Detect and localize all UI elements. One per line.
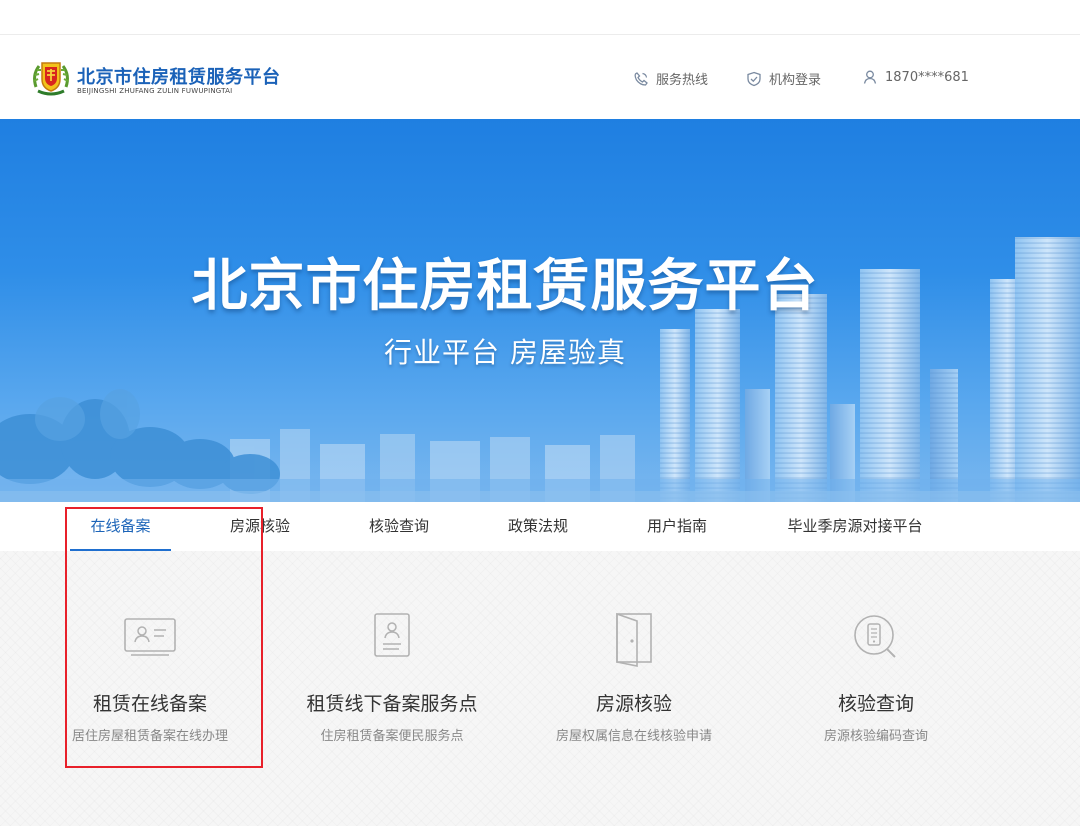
services-section: 租赁在线备案 居住房屋租赁备案在线办理 租赁线下备案服务点 住房租赁备案便民服务…	[0, 551, 1080, 826]
service-title: 租赁线下备案服务点	[306, 693, 478, 715]
service-title: 房源核验	[595, 693, 672, 715]
service-card-verification-query[interactable]: 核验查询 房源核验编码查询	[766, 611, 986, 744]
brand-subtitle: BEIJINGSHI ZHUFANG ZULIN FUWUPINGTAI	[77, 87, 233, 95]
service-desc: 房屋权属信息在线核验申请	[555, 729, 712, 744]
phone-icon	[634, 71, 648, 86]
service-desc: 住房租赁备案便民服务点	[320, 729, 464, 744]
tab-user-guide[interactable]: 用户指南	[627, 502, 727, 551]
service-title: 租赁在线备案	[92, 693, 207, 715]
document-user-icon	[374, 613, 410, 657]
door-icon	[616, 612, 652, 667]
shield-check-icon	[747, 71, 761, 86]
service-desc: 房源核验编码查询	[823, 729, 928, 744]
tab-listing-verification[interactable]: 房源核验	[210, 502, 310, 551]
hero-banner: 北京市住房租赁服务平台 行业平台 房屋验真	[0, 119, 1080, 502]
main-nav: 在线备案 房源核验 核验查询 政策法规 用户指南 毕业季房源对接平台	[0, 502, 1080, 552]
org-login-link[interactable]: 机构登录	[746, 69, 821, 88]
hotline-link[interactable]: 服务热线	[633, 69, 708, 88]
tab-graduate-housing-platform[interactable]: 毕业季房源对接平台	[770, 502, 940, 551]
org-login-label: 机构登录	[769, 73, 822, 88]
service-card-online-filing[interactable]: 租赁在线备案 居住房屋租赁备案在线办理	[40, 611, 260, 744]
hero-title: 北京市住房租赁服务平台	[191, 254, 819, 319]
user-phone: 1870****681	[885, 69, 969, 85]
search-phone-icon	[854, 615, 896, 658]
hotline-label: 服务热线	[656, 73, 709, 88]
user-icon	[863, 70, 877, 84]
service-card-offline-filing-points[interactable]: 租赁线下备案服务点 住房租赁备案便民服务点	[282, 611, 502, 744]
brand-title[interactable]: 北京市住房租赁服务平台	[77, 63, 281, 89]
tab-verification-query[interactable]: 核验查询	[349, 502, 449, 551]
tab-policy-regulations[interactable]: 政策法规	[488, 502, 588, 551]
logo-emblem-icon[interactable]	[30, 57, 72, 99]
user-account-link[interactable]: 1870****681	[862, 69, 969, 85]
service-title: 核验查询	[837, 693, 914, 715]
id-card-icon	[124, 618, 176, 656]
service-card-listing-verification[interactable]: 房源核验 房屋权属信息在线核验申请	[524, 611, 744, 744]
top-strip	[0, 0, 1080, 35]
hero-subtitle: 行业平台 房屋验真	[384, 336, 626, 369]
tab-online-filing[interactable]: 在线备案	[70, 502, 171, 551]
service-desc: 居住房屋租赁备案在线办理	[71, 729, 228, 744]
site-header: 北京市住房租赁服务平台 BEIJINGSHI ZHUFANG ZULIN FUW…	[0, 35, 1080, 119]
